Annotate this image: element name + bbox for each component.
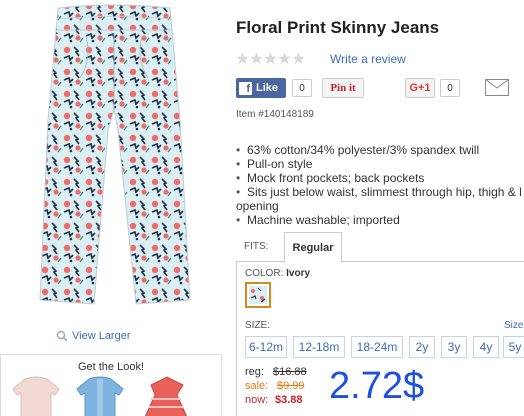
facebook-like-button[interactable]: f Like [236, 78, 286, 98]
facebook-like-label: Like [256, 82, 279, 94]
get-the-look-title: Get the Look! [77, 361, 145, 373]
look-item-dress[interactable] [137, 375, 195, 416]
star-icon [278, 52, 291, 64]
size-label: SIZE: [245, 320, 271, 331]
price-block: reg: $16.88 sale: $9.99 now: $3.88 2.72$ [245, 364, 524, 416]
tab-regular[interactable]: Regular [284, 232, 342, 263]
now-price: $3.88 [275, 394, 303, 406]
star-icon [292, 52, 305, 64]
size-option[interactable]: 6-12m [245, 336, 287, 358]
get-the-look-panel: Get the Look! [0, 354, 222, 416]
rating-stars[interactable] [236, 52, 305, 65]
fit-tabs: FITS: Regular [236, 232, 524, 263]
right-column: Floral Print Skinny Jeans Write a review… [236, 0, 524, 416]
feature-item: Machine washable; imported [236, 213, 524, 227]
feature-list: 63% cotton/34% polyester/3% spandex twil… [236, 143, 524, 227]
swatch-pattern [249, 286, 267, 304]
feature-item: 63% cotton/34% polyester/3% spandex twil… [236, 143, 524, 157]
star-icon [264, 52, 277, 64]
facebook-like-count: 0 [292, 79, 312, 97]
view-larger-label[interactable]: View Larger [72, 330, 131, 342]
color-value: Ivory [286, 268, 311, 279]
overlay-price: 2.72$ [329, 365, 425, 407]
size-option[interactable]: 3y [441, 336, 467, 358]
now-price-label: now: [245, 394, 269, 406]
color-label: COLOR: Ivory [245, 268, 310, 279]
star-icon [250, 52, 263, 64]
feature-item-continued: opening [236, 199, 279, 213]
feature-item: Sits just below waist, slimmest through … [236, 185, 524, 199]
size-option[interactable]: 18-24m [351, 336, 403, 358]
color-label-text: COLOR: [245, 268, 284, 279]
pinterest-pin-button[interactable]: Pin it [322, 78, 364, 98]
fits-label: FITS: [244, 241, 269, 252]
feature-item: Mock front pockets; back pockets [236, 171, 524, 185]
size-option[interactable]: 12-18m [293, 336, 345, 358]
feature-item: Pull-on style [236, 157, 524, 171]
look-item-shirt[interactable] [71, 375, 129, 416]
google-plus-count: 0 [440, 79, 460, 97]
sale-price-label: sale: [245, 380, 269, 392]
size-chart-link[interactable]: Size [504, 320, 523, 331]
google-plus-button[interactable]: G+1 [405, 78, 435, 98]
look-item-sweater[interactable] [7, 375, 65, 416]
view-larger-link[interactable]: View Larger [56, 330, 131, 342]
product-image[interactable] [18, 0, 208, 318]
options-panel: COLOR: Ivory SIZE: Size 6-12m 12-18m 18-… [236, 262, 524, 416]
magnifier-icon [56, 330, 68, 342]
item-number: Item #140148189 [236, 109, 314, 120]
facebook-icon: f [239, 81, 252, 95]
size-option[interactable]: 2y [409, 336, 435, 358]
star-icon [236, 52, 249, 64]
size-option[interactable]: 5y [503, 336, 524, 358]
color-swatch-ivory[interactable] [245, 282, 271, 308]
product-title: Floral Print Skinny Jeans [236, 18, 440, 37]
size-option[interactable]: 4y [473, 336, 499, 358]
left-column: View Larger Get the Look! [0, 0, 226, 416]
mail-icon[interactable] [485, 79, 509, 96]
write-review-link[interactable]: Write a review [330, 52, 406, 66]
regular-price: $16.88 [273, 366, 307, 378]
sale-price: $9.99 [277, 380, 305, 392]
share-row: f Like 0 Pin it G+1 0 [236, 78, 524, 98]
regular-price-label: reg: [245, 366, 264, 378]
